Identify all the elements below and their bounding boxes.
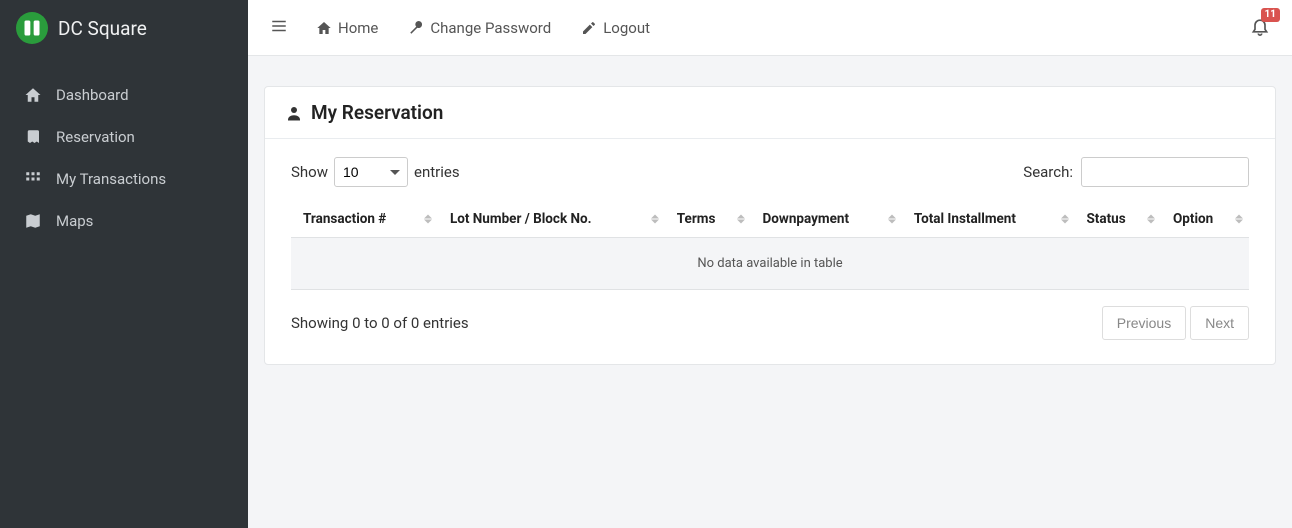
brand-logo-icon xyxy=(16,12,48,44)
sidebar-item-dashboard[interactable]: Dashboard xyxy=(0,74,248,116)
sidebar-item-my-transactions[interactable]: My Transactions xyxy=(0,158,248,200)
empty-row: No data available in table xyxy=(291,238,1249,290)
sort-icon xyxy=(888,215,896,224)
notifications-button[interactable]: 11 xyxy=(1250,16,1270,40)
next-button[interactable]: Next xyxy=(1190,306,1249,340)
sidebar: DC Square Dashboard Reservation My Trans… xyxy=(0,0,248,528)
column-total-installment[interactable]: Total Installment xyxy=(902,201,1075,238)
sidebar-item-label: My Transactions xyxy=(56,170,166,188)
sidebar-item-label: Maps xyxy=(56,212,93,230)
column-downpayment[interactable]: Downpayment xyxy=(751,201,902,238)
column-transaction-number[interactable]: Transaction # xyxy=(291,201,438,238)
column-status[interactable]: Status xyxy=(1075,201,1162,238)
nav-change-password-label: Change Password xyxy=(430,19,551,37)
wrench-icon xyxy=(408,20,424,36)
sidebar-nav: Dashboard Reservation My Transactions Ma… xyxy=(0,56,248,242)
notifications-badge: 11 xyxy=(1261,8,1280,22)
column-terms[interactable]: Terms xyxy=(665,201,751,238)
card-header: My Reservation xyxy=(265,87,1275,139)
brand: DC Square xyxy=(0,0,248,56)
page-title: My Reservation xyxy=(311,101,443,124)
nav-logout[interactable]: Logout xyxy=(581,19,650,37)
search-input[interactable] xyxy=(1081,157,1249,187)
card-my-reservation: My Reservation Show 10 entries xyxy=(264,86,1276,365)
grid-icon xyxy=(24,170,42,188)
empty-text: No data available in table xyxy=(291,238,1249,290)
sidebar-item-label: Reservation xyxy=(56,128,135,146)
map-icon xyxy=(24,212,42,230)
nav-logout-label: Logout xyxy=(603,19,650,37)
sidebar-item-maps[interactable]: Maps xyxy=(0,200,248,242)
nav-home-label: Home xyxy=(338,19,378,37)
table-info: Showing 0 to 0 of 0 entries xyxy=(291,314,469,332)
user-icon xyxy=(285,104,303,122)
column-option[interactable]: Option xyxy=(1161,201,1249,238)
edit-icon xyxy=(581,20,597,36)
brand-title: DC Square xyxy=(58,17,147,40)
sidebar-item-reservation[interactable]: Reservation xyxy=(0,116,248,158)
page-size-select[interactable]: 10 xyxy=(334,157,408,187)
nav-change-password[interactable]: Change Password xyxy=(408,19,551,37)
sort-icon xyxy=(1061,215,1069,224)
sort-icon xyxy=(1147,215,1155,224)
hamburger-icon[interactable] xyxy=(270,17,288,39)
search-label: Search: xyxy=(1023,163,1073,181)
pagination: Previous Next xyxy=(1102,306,1249,340)
sort-icon xyxy=(737,215,745,224)
sidebar-item-label: Dashboard xyxy=(56,86,129,104)
sort-icon xyxy=(424,215,432,224)
show-label-after: entries xyxy=(414,163,460,181)
sort-icon xyxy=(1235,215,1243,224)
topbar: Home Change Password Logout xyxy=(248,0,1292,56)
nav-home[interactable]: Home xyxy=(316,19,378,37)
reservation-table: Transaction # Lot Number / Block No. Ter… xyxy=(291,201,1249,290)
book-icon xyxy=(24,128,42,146)
home-icon xyxy=(316,20,332,36)
show-label-before: Show xyxy=(291,163,328,181)
previous-button[interactable]: Previous xyxy=(1102,306,1186,340)
sort-icon xyxy=(651,215,659,224)
column-lot-block[interactable]: Lot Number / Block No. xyxy=(438,201,665,238)
dashboard-icon xyxy=(24,86,42,104)
